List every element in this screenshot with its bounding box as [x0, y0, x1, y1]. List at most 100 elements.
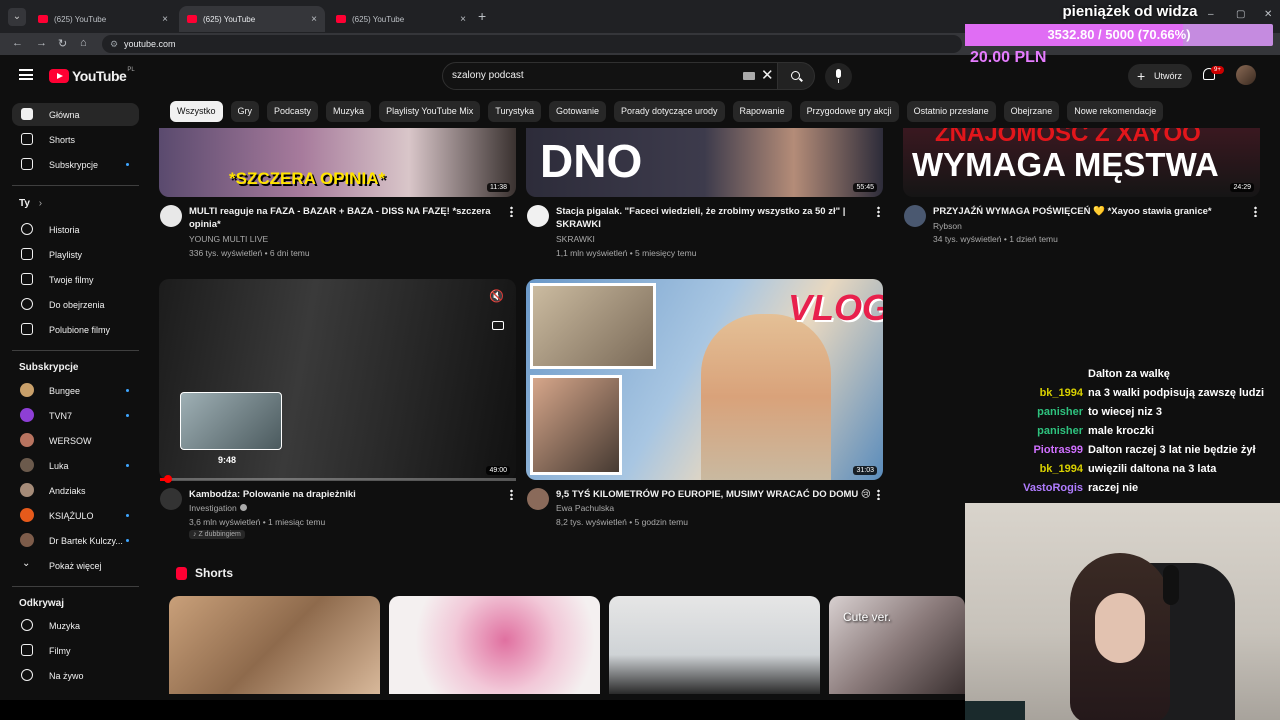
video-title[interactable]: 9,5 TYŚ KILOMETRÓW PO EUROPIE, MUSIMY WR…: [556, 488, 871, 501]
inline-playback-progress[interactable]: [160, 478, 516, 481]
video-thumbnail[interactable]: *SZCZERA OPINIA* 11:38: [159, 128, 516, 197]
chip-rap[interactable]: Rapowanie: [732, 101, 792, 122]
mute-icon[interactable]: 🔇: [489, 289, 504, 303]
browser-tab-3[interactable]: (625) YouTube ×: [328, 6, 474, 32]
back-arrow-icon[interactable]: ←: [12, 37, 23, 49]
home-icon: [21, 108, 33, 120]
chip-adventure[interactable]: Przygodowe gry akcji: [799, 101, 899, 122]
channel-avatar: [20, 458, 34, 472]
video-title[interactable]: Kambodża: Polowanie na drapieżniki: [189, 488, 499, 501]
search-button[interactable]: [777, 62, 815, 90]
video-thumbnail[interactable]: ZNAJOMOŚĆ Z XAYOO WYMAGA MĘSTWA 24:29: [903, 128, 1260, 197]
sidebar-sub-ksiazulo[interactable]: KSIĄŻULO: [12, 504, 139, 527]
close-window-button[interactable]: ✕: [1264, 9, 1272, 20]
video-channel[interactable]: Rybson: [933, 219, 962, 233]
video-thumbnail[interactable]: VLOG 31:03: [526, 279, 883, 480]
sidebar-item-movies[interactable]: Filmy: [12, 639, 139, 662]
short-item[interactable]: Cute ver.: [829, 596, 965, 694]
clear-search-icon[interactable]: ✕: [761, 63, 774, 89]
short-item[interactable]: [389, 596, 600, 694]
home-icon[interactable]: ⌂: [80, 37, 87, 49]
captions-icon[interactable]: [492, 321, 504, 330]
chip-cooking[interactable]: Gotowanie: [548, 101, 606, 122]
chip-beauty[interactable]: Porady dotyczące urody: [613, 101, 725, 122]
more-options-icon[interactable]: [510, 489, 513, 500]
tab-search-button[interactable]: ⌄: [8, 8, 26, 26]
channel-avatar[interactable]: [527, 488, 549, 510]
address-bar[interactable]: ⚙ youtube.com: [102, 35, 962, 53]
more-options-icon[interactable]: [510, 206, 513, 217]
short-item[interactable]: [609, 596, 820, 694]
channel-avatar: [20, 533, 34, 547]
forward-arrow-icon[interactable]: →: [36, 37, 47, 49]
more-options-icon[interactable]: [877, 489, 880, 500]
video-title[interactable]: MULTI reaguje na FAZA - BAZAR + BAZA - D…: [189, 205, 499, 231]
channel-avatar[interactable]: [160, 488, 182, 510]
chip-games[interactable]: Gry: [230, 101, 260, 122]
browser-tab-1[interactable]: (625) YouTube ×: [30, 6, 176, 32]
sidebar-item-music[interactable]: Muzyka: [12, 614, 139, 637]
keyboard-icon[interactable]: [743, 72, 755, 80]
channel-name: Investigation: [189, 503, 237, 513]
sidebar-item-live[interactable]: Na żywo: [12, 664, 139, 687]
chip-watched[interactable]: Obejrzane: [1003, 101, 1060, 122]
account-avatar[interactable]: [1236, 65, 1256, 85]
sidebar-show-more[interactable]: ⌄ Pokaż więcej: [12, 554, 139, 577]
site-info-icon[interactable]: ⚙: [110, 35, 118, 53]
create-button[interactable]: + Utwórz: [1128, 64, 1192, 88]
new-tab-button[interactable]: +: [478, 8, 486, 24]
sidebar-sub-tvn7[interactable]: TVN7: [12, 404, 139, 427]
progress-knob[interactable]: [164, 475, 173, 483]
channel-avatar[interactable]: [904, 205, 926, 227]
short-item[interactable]: [169, 596, 380, 694]
chip-music[interactable]: Muzyka: [326, 101, 372, 122]
tab-close-icon[interactable]: ×: [311, 14, 317, 25]
voice-search-mic-icon[interactable]: [825, 63, 852, 90]
channel-avatar[interactable]: [527, 205, 549, 227]
subscriptions-icon: [21, 158, 33, 170]
sidebar-sub-andziaks[interactable]: Andziaks: [12, 479, 139, 502]
chip-new[interactable]: Nowe rekomendacje: [1067, 101, 1164, 122]
sidebar-item-history[interactable]: Historia: [12, 218, 139, 241]
youtube-logo[interactable]: YouTube PL: [49, 67, 135, 84]
chip-tourism[interactable]: Turystyka: [488, 101, 541, 122]
chat-username: panisher: [1037, 406, 1083, 418]
sidebar-sub-dr-bartek[interactable]: Dr Bartek Kulczy...: [12, 529, 139, 552]
sidebar-item-shorts[interactable]: Shorts: [12, 128, 139, 151]
video-channel[interactable]: YOUNG MULTI LIVE: [189, 232, 268, 246]
chip-mix[interactable]: Playlisty YouTube Mix: [379, 101, 481, 122]
history-icon: [21, 223, 33, 235]
chip-recent[interactable]: Ostatnio przesłane: [906, 101, 996, 122]
chip-podcasts[interactable]: Podcasty: [267, 101, 319, 122]
video-title[interactable]: Stacja pigalak. "Faceci wiedzieli, że zr…: [556, 205, 866, 231]
sidebar-sub-bungee[interactable]: Bungee: [12, 379, 139, 402]
tab-close-icon[interactable]: ×: [162, 14, 168, 25]
sidebar-item-playlists[interactable]: Playlisty: [12, 243, 139, 266]
sidebar-you-heading[interactable]: Ty ›: [19, 198, 42, 209]
video-title[interactable]: PRZYJAŹŃ WYMAGA POŚWIĘCEŃ 💛 *Xayoo stawi…: [933, 205, 1243, 218]
sidebar-item-your-videos[interactable]: Twoje filmy: [12, 268, 139, 291]
more-options-icon[interactable]: [1254, 206, 1257, 217]
sidebar-item-label: Luka: [49, 460, 69, 471]
sidebar-sub-wersow[interactable]: WERSOW: [12, 429, 139, 452]
reload-icon[interactable]: ↻: [58, 37, 67, 50]
sidebar-sub-luka[interactable]: Luka: [12, 454, 139, 477]
search-input[interactable]: szalony podcast ✕: [442, 62, 778, 90]
video-thumbnail[interactable]: DNO 55:45: [526, 128, 883, 197]
sidebar-item-liked[interactable]: Polubione filmy: [12, 318, 139, 341]
chip-all[interactable]: Wszystko: [170, 101, 223, 122]
menu-icon[interactable]: [19, 69, 33, 80]
video-channel[interactable]: Ewa Pachulska: [556, 501, 614, 515]
sidebar-item-label: Filmy: [49, 645, 71, 656]
tab-close-icon[interactable]: ×: [460, 14, 466, 25]
sidebar-item-subscriptions[interactable]: Subskrypcje: [12, 153, 139, 176]
video-channel[interactable]: Investigation: [189, 501, 247, 515]
channel-avatar[interactable]: [160, 205, 182, 227]
video-duration: 49:00: [486, 466, 510, 475]
sidebar-item-watch-later[interactable]: Do obejrzenia: [12, 293, 139, 316]
more-options-icon[interactable]: [877, 206, 880, 217]
sidebar-item-label: Główna: [49, 109, 80, 120]
browser-tab-2[interactable]: (625) YouTube ×: [179, 6, 325, 32]
sidebar-item-home[interactable]: Główna: [12, 103, 139, 126]
video-channel[interactable]: SKRAWKI: [556, 232, 595, 246]
